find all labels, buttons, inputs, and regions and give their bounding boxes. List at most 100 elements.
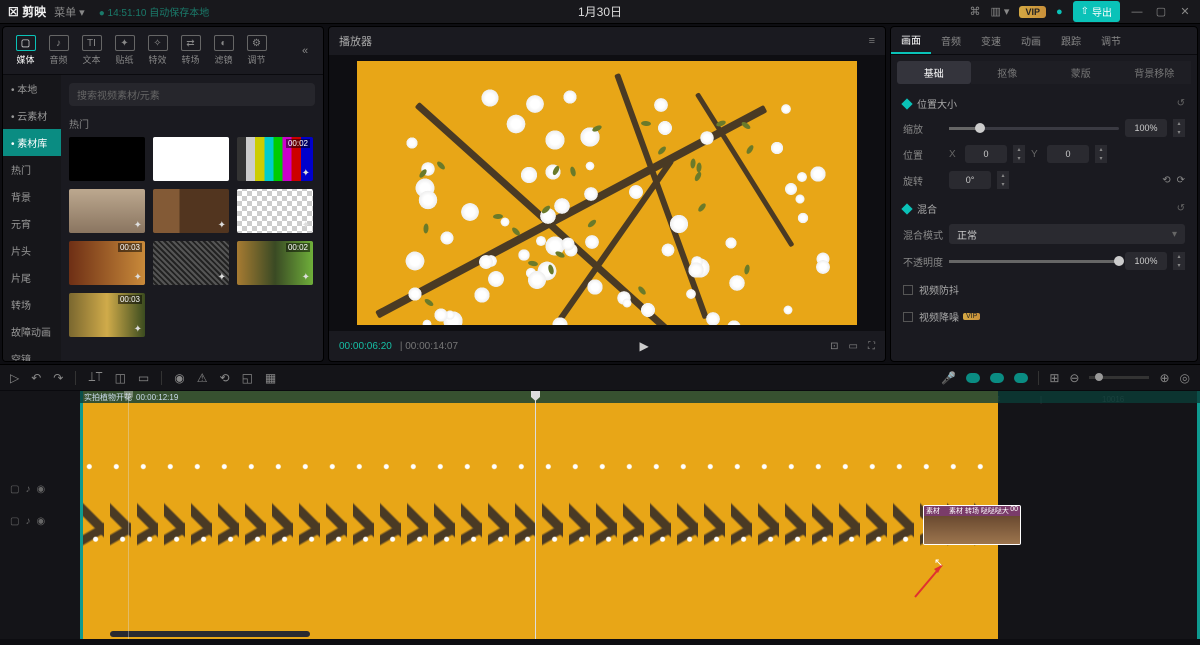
select-tool-icon[interactable]: ▷ xyxy=(10,371,19,385)
tool-tab-6[interactable]: ◐滤镜 xyxy=(207,27,240,74)
pos-y-value[interactable]: 0 xyxy=(1047,145,1089,163)
prop-tab[interactable]: 画面 xyxy=(891,27,931,54)
sidebar-item[interactable]: 空镜 xyxy=(3,345,61,361)
collapse-icon[interactable]: « xyxy=(293,27,317,74)
split-icon[interactable]: ⟘⟙ xyxy=(88,370,102,385)
reset-icon[interactable]: ↺ xyxy=(1177,98,1185,109)
minimize-button[interactable]: — xyxy=(1130,5,1144,19)
asset-thumbnail[interactable]: 00:02✦ xyxy=(237,241,313,285)
timeline-scrollbar[interactable] xyxy=(110,631,310,637)
reset-icon[interactable]: ↺ xyxy=(1177,203,1185,214)
mirror-icon[interactable]: ▦ xyxy=(265,371,276,385)
shortcuts-icon[interactable]: ⌘ xyxy=(969,5,980,18)
preview-toggle[interactable] xyxy=(1014,373,1028,383)
tool-tab-1[interactable]: ♪音频 xyxy=(42,27,75,74)
layout-icon[interactable]: ▥ ▾ xyxy=(990,5,1009,18)
sidebar-item[interactable]: 转场 xyxy=(3,291,61,318)
tool-tab-5[interactable]: ⇄转场 xyxy=(174,27,207,74)
flip-h-icon[interactable]: ⟲ xyxy=(1162,175,1170,186)
sidebar-item[interactable]: 热门 xyxy=(3,156,61,183)
asset-thumbnail[interactable] xyxy=(69,137,145,181)
prop-tab[interactable]: 动画 xyxy=(1011,27,1051,54)
flip-v-icon[interactable]: ⟳ xyxy=(1177,175,1185,186)
tool-tab-0[interactable]: ▢媒体 xyxy=(9,27,42,74)
preview-menu-icon[interactable]: ≡ xyxy=(869,35,875,47)
redo-icon[interactable]: ↷ xyxy=(53,371,63,385)
sidebar-item[interactable]: 故障动画 xyxy=(3,318,61,345)
align-icon[interactable]: ⊞ xyxy=(1049,371,1059,385)
main-menu[interactable]: 菜单 ▾ xyxy=(54,4,85,20)
scale-spinner[interactable]: ▴▾ xyxy=(1173,119,1185,137)
prop-tab[interactable]: 调节 xyxy=(1091,27,1131,54)
asset-thumbnail[interactable]: 00:03✦ xyxy=(69,293,145,337)
sidebar-item[interactable]: 片尾 xyxy=(3,264,61,291)
sidebar-item[interactable]: • 本地 xyxy=(3,75,61,102)
asset-thumbnail[interactable]: ✦ xyxy=(153,189,229,233)
playhead[interactable] xyxy=(535,391,536,639)
search-input[interactable]: 搜索视频素材/元素 xyxy=(69,83,315,106)
asset-thumbnail[interactable]: ✦ xyxy=(153,241,229,285)
sidebar-item[interactable]: • 素材库 xyxy=(3,129,61,156)
delete-right-icon[interactable]: ▭ xyxy=(138,371,149,385)
asset-thumbnail[interactable]: ✦ xyxy=(237,189,313,233)
mute-icon[interactable]: ♪ xyxy=(25,516,30,527)
scale-slider[interactable] xyxy=(949,127,1119,130)
lock-icon[interactable]: ▢ xyxy=(10,484,19,495)
prop-subtab[interactable]: 抠像 xyxy=(971,61,1045,84)
warning-icon[interactable]: ⚠ xyxy=(197,371,208,385)
tool-tab-7[interactable]: ⚙调节 xyxy=(240,27,273,74)
preview-canvas[interactable] xyxy=(329,55,885,331)
tool-tab-2[interactable]: TI文本 xyxy=(75,27,108,74)
magnet-toggle[interactable] xyxy=(966,373,980,383)
zoom-out-icon[interactable]: ⊖ xyxy=(1069,371,1079,385)
sidebar-item[interactable]: 片头 xyxy=(3,237,61,264)
asset-thumbnail[interactable]: ✦ xyxy=(69,189,145,233)
speed-icon[interactable]: ◉ xyxy=(174,371,184,385)
prop-tab[interactable]: 音频 xyxy=(931,27,971,54)
play-button[interactable]: ▶ xyxy=(639,339,648,353)
maximize-button[interactable]: ▢ xyxy=(1154,5,1168,19)
scale-value[interactable]: 100% xyxy=(1125,119,1167,137)
fullscreen-icon[interactable]: ⛶ xyxy=(868,341,875,352)
link-toggle[interactable] xyxy=(990,373,1004,383)
opacity-slider[interactable] xyxy=(949,260,1119,263)
lock-icon[interactable]: ▢ xyxy=(10,516,19,527)
blend-mode-select[interactable]: 正常 xyxy=(949,224,1185,244)
prop-subtab[interactable]: 背景移除 xyxy=(1118,61,1192,84)
video-clip-secondary[interactable]: 素材 转素材 转场 哒哒哒大笑00 xyxy=(923,505,1021,545)
asset-thumbnail[interactable]: 00:02✦ xyxy=(237,137,313,181)
in-point-marker[interactable] xyxy=(128,391,129,639)
sidebar-item[interactable]: 元宵 xyxy=(3,210,61,237)
sidebar-item[interactable]: • 云素材 xyxy=(3,102,61,129)
close-button[interactable]: ✕ xyxy=(1178,5,1192,19)
crop-icon[interactable]: ◱ xyxy=(242,371,253,385)
sidebar-item[interactable]: 背景 xyxy=(3,183,61,210)
reverse-icon[interactable]: ⟲ xyxy=(220,371,230,385)
prop-tab[interactable]: 变速 xyxy=(971,27,1011,54)
ratio-icon[interactable]: ▭ xyxy=(849,341,858,352)
tool-tab-3[interactable]: ✦贴纸 xyxy=(108,27,141,74)
export-button[interactable]: ⇧ 导出 xyxy=(1073,1,1120,22)
rotation-value[interactable]: 0° xyxy=(949,171,991,189)
vip-badge[interactable]: VIP xyxy=(1019,6,1046,18)
pos-x-value[interactable]: 0 xyxy=(965,145,1007,163)
opacity-value[interactable]: 100% xyxy=(1125,252,1167,270)
undo-icon[interactable]: ↶ xyxy=(31,371,41,385)
denoise-checkbox[interactable] xyxy=(903,312,913,322)
delete-left-icon[interactable]: ◫ xyxy=(115,371,126,385)
asset-thumbnail[interactable]: 00:03✦ xyxy=(69,241,145,285)
prop-subtab[interactable]: 基础 xyxy=(897,61,971,84)
safe-zone-icon[interactable]: ⊡ xyxy=(830,341,838,352)
zoom-slider[interactable] xyxy=(1089,376,1149,379)
zoom-in-icon[interactable]: ⊕ xyxy=(1159,371,1169,385)
tool-tab-4[interactable]: ✧特效 xyxy=(141,27,174,74)
stabilize-checkbox[interactable] xyxy=(903,285,913,295)
mic-icon[interactable]: 🎤 xyxy=(941,371,956,385)
asset-thumbnail[interactable] xyxy=(153,137,229,181)
prop-tab[interactable]: 跟踪 xyxy=(1051,27,1091,54)
prop-subtab[interactable]: 蒙版 xyxy=(1044,61,1118,84)
hide-icon[interactable]: ◉ xyxy=(36,516,45,527)
hide-icon[interactable]: ◉ xyxy=(36,484,45,495)
zoom-fit-icon[interactable]: ◎ xyxy=(1180,371,1190,385)
mute-icon[interactable]: ♪ xyxy=(25,484,30,495)
